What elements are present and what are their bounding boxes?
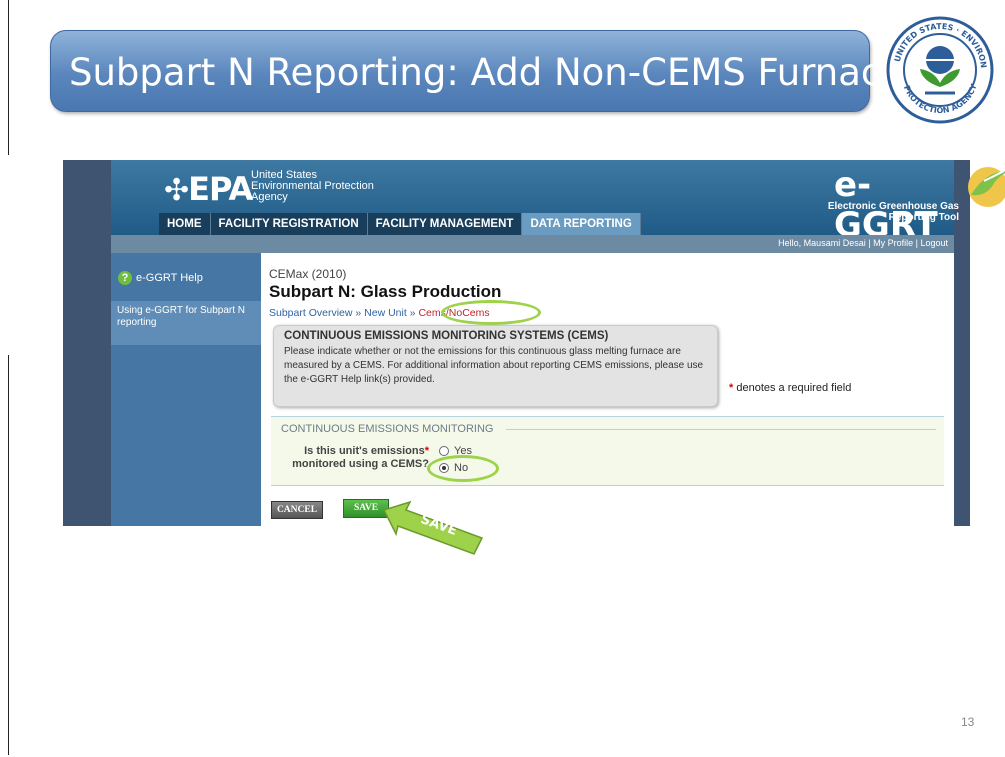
cems-question-label: Is this unit's emissions* monitored usin…: [292, 445, 429, 470]
epa-seal-icon: UNITED STATES · ENVIRONMENTAL PROTECTION…: [885, 15, 994, 124]
sidebar-item-subpart-n-guide[interactable]: Using e-GGRT for Subpart N reporting: [111, 301, 261, 345]
user-greeting: Hello, Mausami Desai: [778, 238, 866, 248]
breadcrumb-new-unit[interactable]: New Unit: [364, 307, 407, 319]
slide-border-line: [8, 355, 9, 755]
eggrt-bird-icon: [968, 167, 1005, 207]
slide-border-line: [8, 0, 9, 155]
help-label: e-GGRT Help: [136, 272, 203, 284]
cems-section: CONTINUOUS EMISSIONS MONITORING Is this …: [271, 416, 944, 486]
page-number: 13: [961, 715, 975, 729]
section-header: CONTINUOUS EMISSIONS MONITORING: [281, 423, 494, 435]
slide-title: Subpart N Reporting: Add Non-CEMS Furnac…: [69, 51, 904, 94]
cems-info-box: CONTINUOUS EMISSIONS MONITORING SYSTEMS …: [273, 325, 718, 407]
sidebar: ? e-GGRT Help Using e-GGRT for Subpart N…: [111, 253, 261, 526]
epa-agency-name: United States Environmental Protection A…: [251, 169, 374, 203]
user-bar: Hello, Mausami Desai | My Profile | Logo…: [111, 235, 954, 253]
my-profile-link[interactable]: My Profile: [873, 238, 913, 248]
eggrt-subtitle: Electronic Greenhouse Gas Reporting Tool: [827, 201, 959, 223]
facility-name: CEMax (2010): [269, 267, 347, 281]
logout-link[interactable]: Logout: [920, 238, 948, 248]
epa-logo: ✣EPA: [164, 170, 253, 208]
help-link[interactable]: ? e-GGRT Help: [118, 271, 203, 285]
info-text: Please indicate whether or not the emiss…: [284, 346, 704, 385]
main-content: CEMax (2010) Subpart N: Glass Production…: [261, 253, 954, 526]
cancel-button[interactable]: CANCEL: [271, 501, 323, 519]
tab-facility-registration[interactable]: FACILITY REGISTRATION: [210, 213, 368, 235]
highlight-ring: [441, 300, 541, 325]
save-arrow-callout: SAVE: [382, 500, 484, 555]
info-title: CONTINUOUS EMISSIONS MONITORING SYSTEMS …: [284, 330, 609, 342]
required-note: * denotes a required field: [729, 382, 852, 394]
app-screenshot: ✣EPA United States Environmental Protect…: [63, 160, 1005, 526]
slide: Subpart N Reporting: Add Non-CEMS Furnac…: [0, 0, 1005, 757]
tab-data-reporting[interactable]: DATA REPORTING: [522, 213, 641, 235]
tab-home[interactable]: HOME: [159, 213, 211, 235]
title-bar: Subpart N Reporting: Add Non-CEMS Furnac…: [50, 30, 904, 112]
help-icon: ?: [118, 271, 132, 285]
epa-header: ✣EPA United States Environmental Protect…: [111, 160, 1005, 245]
page-title: Subpart N: Glass Production: [269, 282, 502, 301]
divider: [506, 429, 936, 430]
radio-yes-control[interactable]: [439, 446, 449, 456]
highlight-ring: [427, 455, 499, 482]
breadcrumb-subpart-overview[interactable]: Subpart Overview: [269, 307, 352, 319]
tab-facility-management[interactable]: FACILITY MANAGEMENT: [367, 213, 523, 235]
main-nav: HOME FACILITY REGISTRATION FACILITY MANA…: [159, 213, 641, 235]
